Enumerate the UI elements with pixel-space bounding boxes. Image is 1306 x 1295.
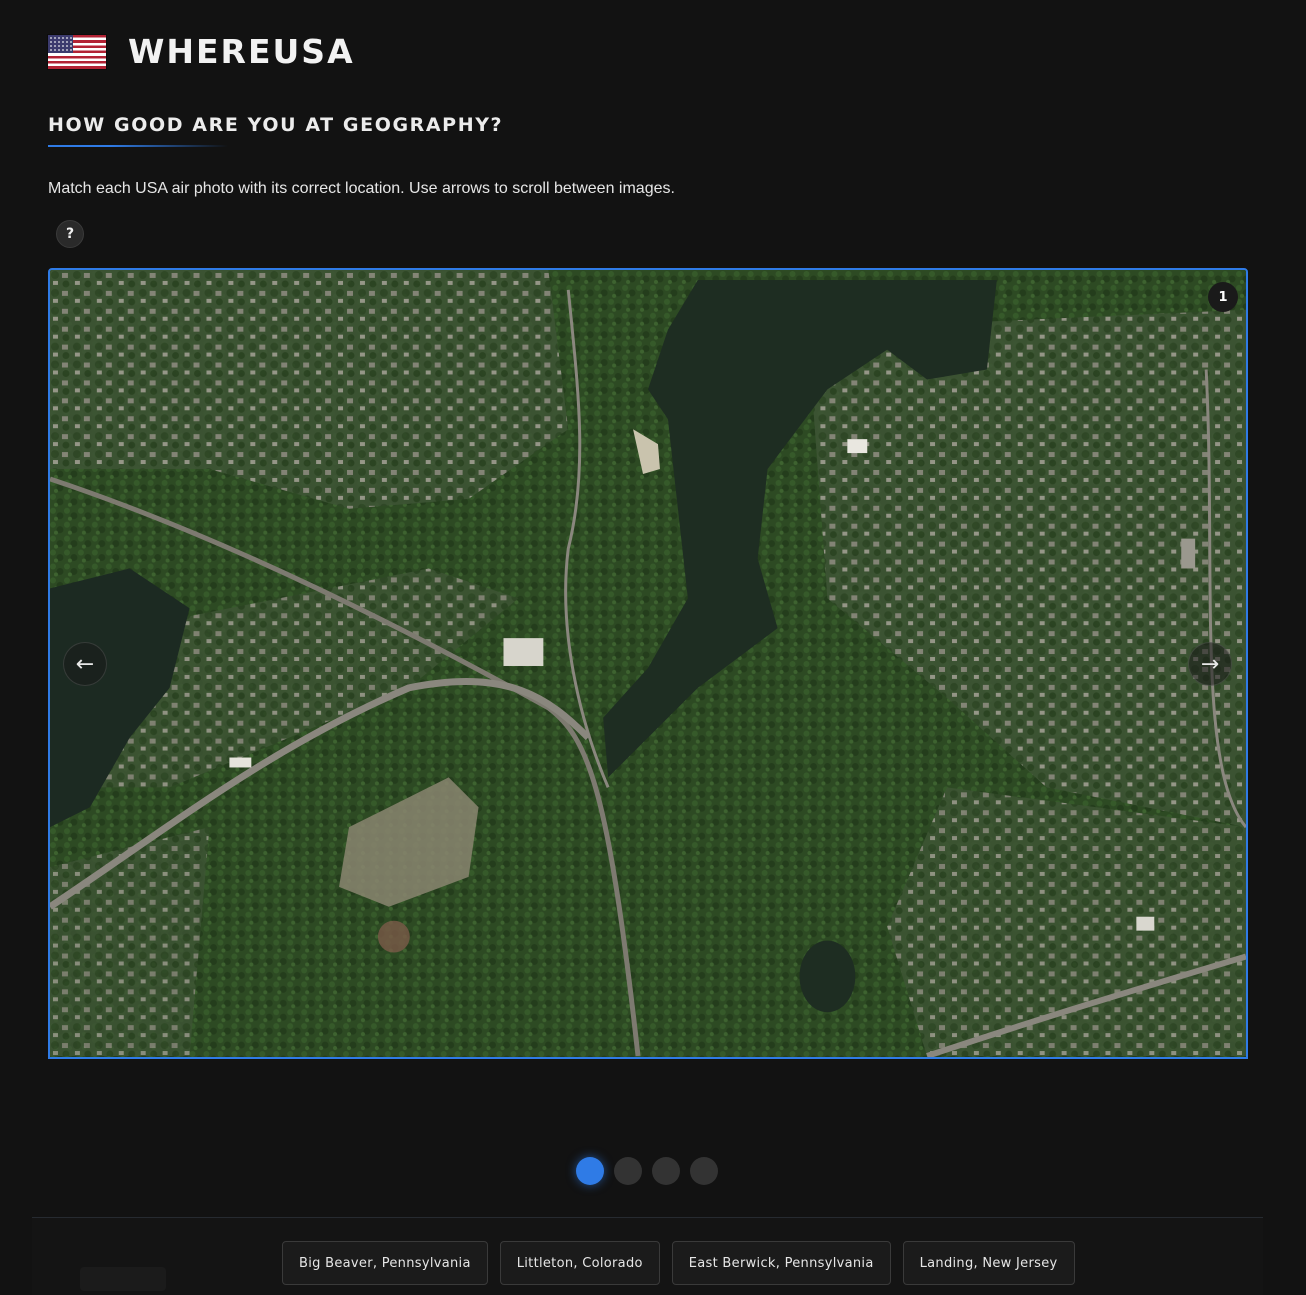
brand-title[interactable]: WHEREUSA	[128, 32, 355, 71]
location-option[interactable]: Landing, New Jersey	[902, 1241, 1075, 1285]
answer-panel-placeholder	[80, 1267, 166, 1291]
photo-index-badge: 1	[1208, 282, 1238, 312]
previous-image-button[interactable]: ←	[63, 642, 107, 686]
page-heading: HOW GOOD ARE YOU AT GEOGRAPHY?	[48, 114, 504, 136]
pagination-dots	[576, 1157, 718, 1185]
heading-underline	[48, 145, 228, 147]
pagination-dot-1[interactable]	[576, 1157, 604, 1185]
pagination-dot-4[interactable]	[690, 1157, 718, 1185]
aerial-photo	[50, 270, 1246, 1057]
pagination-dot-2[interactable]	[614, 1157, 642, 1185]
page: WHEREUSA HOW GOOD ARE YOU AT GEOGRAPHY? …	[0, 0, 1306, 1295]
location-option[interactable]: Big Beaver, Pennsylvania	[282, 1241, 488, 1285]
location-option[interactable]: East Berwick, Pennsylvania	[671, 1241, 891, 1285]
location-options: Big Beaver, Pennsylvania Littleton, Colo…	[282, 1241, 1075, 1285]
header: WHEREUSA	[48, 32, 355, 71]
help-button[interactable]: ?	[56, 220, 84, 248]
pagination-dot-3[interactable]	[652, 1157, 680, 1185]
aerial-photo-viewer: 1 ← →	[48, 268, 1248, 1059]
us-flag-icon	[48, 34, 106, 69]
next-image-button[interactable]: →	[1188, 642, 1232, 686]
instructions-text: Match each USA air photo with its correc…	[48, 180, 675, 197]
location-option[interactable]: Littleton, Colorado	[499, 1241, 660, 1285]
